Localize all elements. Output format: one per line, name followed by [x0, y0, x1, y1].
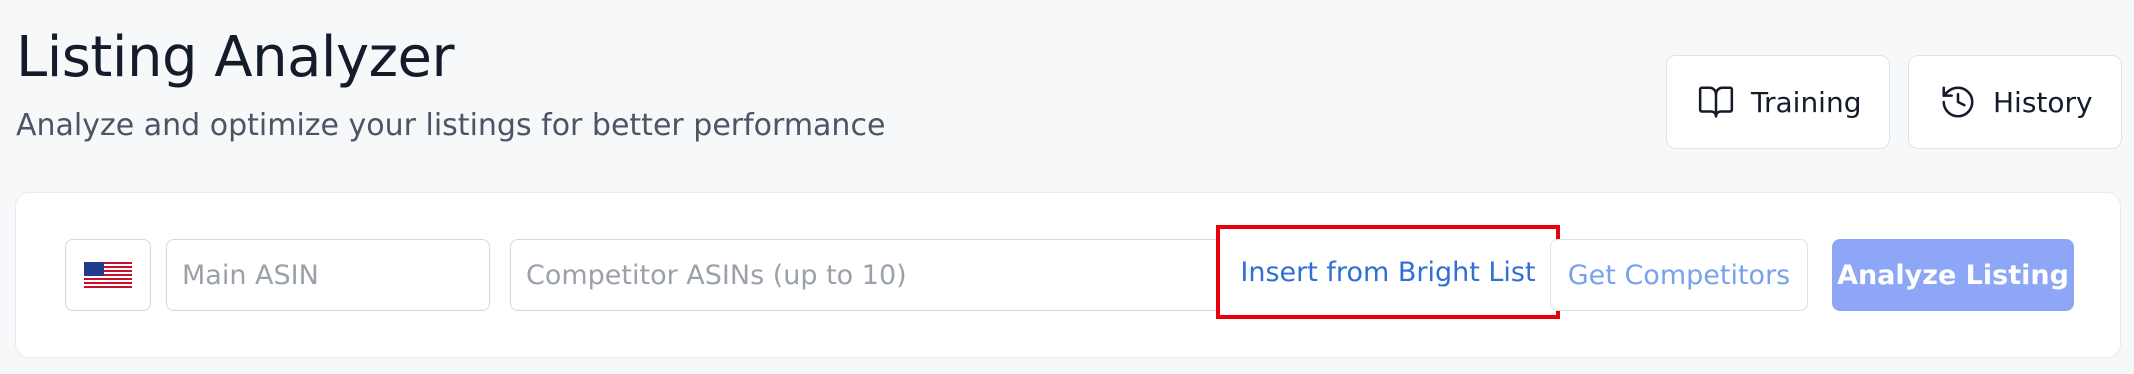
us-flag-icon — [84, 262, 132, 288]
insert-from-bright-list-button[interactable]: Insert from Bright List — [1216, 225, 1560, 319]
page-subtitle: Analyze and optimize your listings for b… — [16, 108, 886, 143]
competitor-asins-input[interactable] — [510, 239, 1252, 311]
training-button[interactable]: Training — [1666, 55, 1890, 149]
main-asin-input[interactable] — [166, 239, 490, 311]
book-open-icon — [1698, 86, 1734, 118]
analyzer-form-panel: Insert from Bright List Get Competitors … — [15, 192, 2121, 358]
get-competitors-label: Get Competitors — [1567, 259, 1791, 291]
history-label: History — [1993, 85, 2093, 119]
analyze-listing-button[interactable]: Analyze Listing — [1832, 239, 2074, 311]
analyze-listing-label: Analyze Listing — [1837, 259, 2069, 291]
insert-from-bright-list-label: Insert from Bright List — [1240, 256, 1536, 288]
training-label: Training — [1751, 85, 1862, 119]
history-clock-icon — [1942, 86, 1974, 118]
history-button[interactable]: History — [1908, 55, 2122, 149]
page-title: Listing Analyzer — [16, 25, 454, 90]
marketplace-selector[interactable] — [65, 239, 151, 311]
get-competitors-button[interactable]: Get Competitors — [1550, 239, 1808, 311]
listing-analyzer-page: Listing Analyzer Analyze and optimize yo… — [0, 0, 2134, 374]
